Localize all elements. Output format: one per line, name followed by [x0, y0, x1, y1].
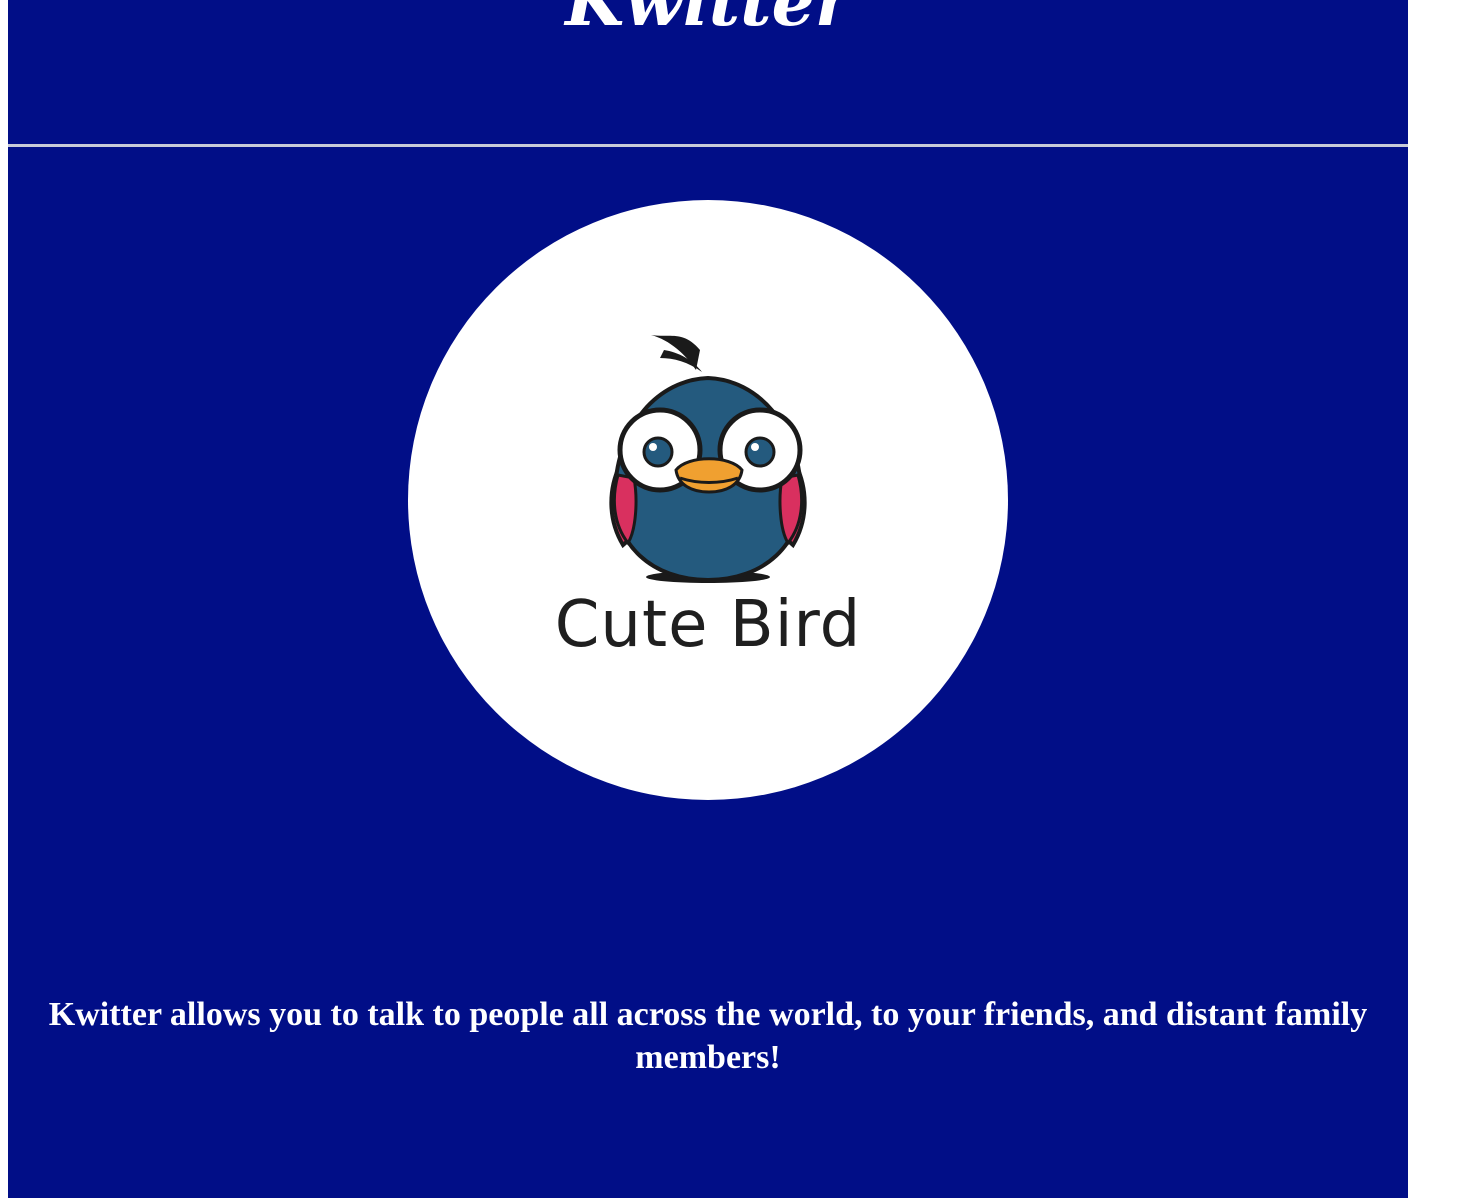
logo: Cute Bird	[408, 200, 1008, 800]
header-divider	[8, 144, 1408, 147]
tagline: Kwitter allows you to talk to people all…	[48, 996, 1368, 1076]
cute-bird-icon	[609, 335, 807, 583]
logo-label: Cute Bird	[554, 588, 862, 662]
header: Kwitter	[8, 0, 1408, 144]
site-title: Kwitter	[565, 0, 851, 42]
page: Kwitter Cute Bird Kwitter allows you to …	[8, 0, 1408, 1198]
